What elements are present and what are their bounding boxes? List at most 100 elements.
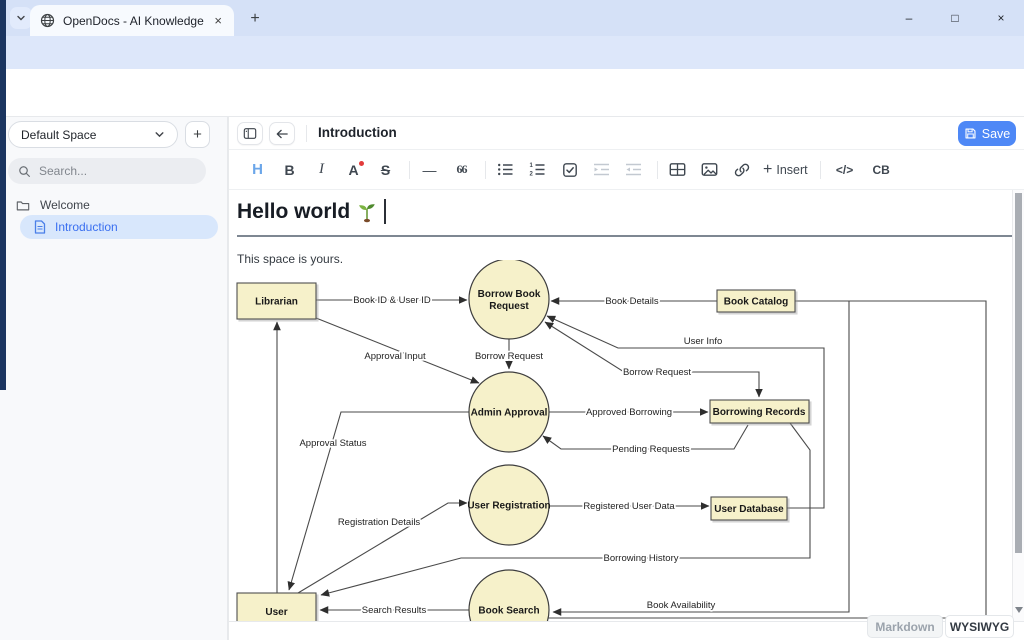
node-label: Admin Approval xyxy=(471,408,548,419)
table-icon xyxy=(669,162,686,177)
folder-icon xyxy=(16,199,30,212)
document-icon xyxy=(34,220,46,234)
heading-text: Hello world xyxy=(237,200,350,224)
toolbar-divider xyxy=(820,161,821,179)
horizontal-rule-button[interactable]: — xyxy=(419,159,440,181)
svg-text:2: 2 xyxy=(530,172,534,178)
insert-label: Insert xyxy=(776,163,807,177)
heading-button[interactable]: H xyxy=(247,159,268,181)
browser-window: OpenDocs - AI Knowledge Base × + – □ × ←… xyxy=(0,0,1024,640)
node-label: Book Search xyxy=(478,606,539,617)
bullet-list-icon xyxy=(497,162,514,177)
node-label: Borrowing Records xyxy=(713,407,806,418)
browser-tab[interactable]: OpenDocs - AI Knowledge Base × xyxy=(30,5,234,36)
inline-code-button[interactable]: </> xyxy=(830,159,860,181)
text-cursor xyxy=(384,199,386,224)
sidebar: Default Space + Search... Welcome Introd… xyxy=(0,117,228,640)
image-icon xyxy=(701,162,718,177)
document-heading[interactable]: Hello world xyxy=(237,199,1013,237)
link-icon xyxy=(734,162,750,178)
close-button[interactable]: × xyxy=(978,0,1024,36)
scrollbar[interactable] xyxy=(1012,190,1024,621)
save-disk-icon xyxy=(964,127,977,140)
search-placeholder: Search... xyxy=(39,164,87,178)
numbered-list-button[interactable]: 12 xyxy=(527,159,548,181)
node-label: User xyxy=(265,607,287,618)
edge-label: Approved Borrowing xyxy=(586,407,672,418)
node-label: Book Catalog xyxy=(724,297,788,308)
app-header: OpenDocs Powered by Visual Paradigm Shar… xyxy=(0,69,1024,117)
editor-panel: Introduction Save H B I A S — 66 12 xyxy=(228,117,1024,640)
blockquote-button[interactable]: 66 xyxy=(451,159,472,181)
italic-button[interactable]: I xyxy=(311,159,332,181)
chevron-down-icon xyxy=(16,13,26,23)
outdent-button[interactable] xyxy=(623,159,644,181)
indent-button[interactable] xyxy=(591,159,612,181)
node-label: Librarian xyxy=(255,297,298,308)
window-controls: – □ × xyxy=(886,0,1024,36)
space-selector[interactable]: Default Space xyxy=(8,121,178,148)
editor-titlebar: Introduction Save xyxy=(229,117,1024,149)
panel-left-icon xyxy=(243,127,257,140)
bullet-list-button[interactable] xyxy=(495,159,516,181)
titlebar-divider xyxy=(306,125,307,142)
edge-label: Book Details xyxy=(605,296,659,307)
edge-label: Approval Input xyxy=(364,351,426,362)
back-page-button[interactable] xyxy=(269,122,295,145)
new-tab-button[interactable]: + xyxy=(244,8,266,30)
edge-label: Book ID & User ID xyxy=(353,295,431,306)
edge-label: Registration Details xyxy=(338,517,421,528)
sidebar-item-welcome[interactable]: Welcome xyxy=(12,195,218,215)
markdown-mode-button[interactable]: Markdown xyxy=(867,615,943,638)
edge-label: Registered User Data xyxy=(583,501,675,512)
indent-icon xyxy=(593,162,610,177)
edge-label: Book Availability xyxy=(647,600,716,611)
maximize-button[interactable]: □ xyxy=(932,0,978,36)
svg-text:1: 1 xyxy=(530,163,534,169)
edge-label: Borrowing History xyxy=(604,553,679,564)
wysiwyg-mode-button[interactable]: WYSIWYG xyxy=(945,615,1014,638)
scrollbar-down-icon[interactable] xyxy=(1015,607,1023,613)
link-button[interactable] xyxy=(731,159,752,181)
save-button[interactable]: Save xyxy=(958,121,1016,146)
toolbar-divider xyxy=(485,161,486,179)
task-list-button[interactable] xyxy=(559,159,580,181)
sidebar-item-introduction[interactable]: Introduction xyxy=(20,215,218,239)
code-block-button[interactable]: CB xyxy=(871,159,892,181)
edge-label: User Info xyxy=(684,336,723,347)
bold-button[interactable]: B xyxy=(279,159,300,181)
search-icon xyxy=(18,165,31,178)
globe-favicon xyxy=(40,13,55,28)
search-input[interactable]: Search... xyxy=(8,158,206,184)
add-space-button[interactable]: + xyxy=(185,121,210,148)
image-button[interactable] xyxy=(699,159,720,181)
scrollbar-thumb[interactable] xyxy=(1015,193,1022,553)
document-content[interactable]: Hello world This space is yours. xyxy=(229,190,1024,621)
numbered-list-icon: 12 xyxy=(529,162,546,177)
toolbar-divider xyxy=(409,161,410,179)
insert-button[interactable]: + Insert xyxy=(763,162,808,178)
tab-close-icon[interactable]: × xyxy=(212,13,224,28)
toolbar-divider xyxy=(657,161,658,179)
plus-icon: + xyxy=(763,162,772,178)
edge-label: Search Results xyxy=(362,605,427,616)
toggle-sidebar-button[interactable] xyxy=(237,122,263,145)
edge-label: Approval Status xyxy=(299,438,366,449)
arrow-left-icon xyxy=(275,128,289,140)
folder-label: Welcome xyxy=(40,198,90,212)
strikethrough-button[interactable]: S xyxy=(375,159,396,181)
node-label: User Registration xyxy=(467,501,550,512)
node-label: Request xyxy=(489,301,529,312)
tab-search-button[interactable] xyxy=(10,7,32,29)
window-edge xyxy=(0,0,6,390)
font-color-button[interactable]: A xyxy=(343,159,364,181)
minimize-button[interactable]: – xyxy=(886,0,932,36)
tab-strip: OpenDocs - AI Knowledge Base × + – □ × xyxy=(0,0,1024,36)
node-label: User Database xyxy=(714,504,784,515)
table-button[interactable] xyxy=(667,159,688,181)
browser-toolbar: ← → ↻ ai-toolbox.visual-paradigm.com/app… xyxy=(0,36,1024,69)
page-label: Introduction xyxy=(55,220,118,234)
tab-title: OpenDocs - AI Knowledge Base xyxy=(63,14,204,28)
dataflow-diagram[interactable]: Book ID & User ID Book Details Borrow Re… xyxy=(231,260,1013,621)
edge-label: Borrow Request xyxy=(623,367,691,378)
